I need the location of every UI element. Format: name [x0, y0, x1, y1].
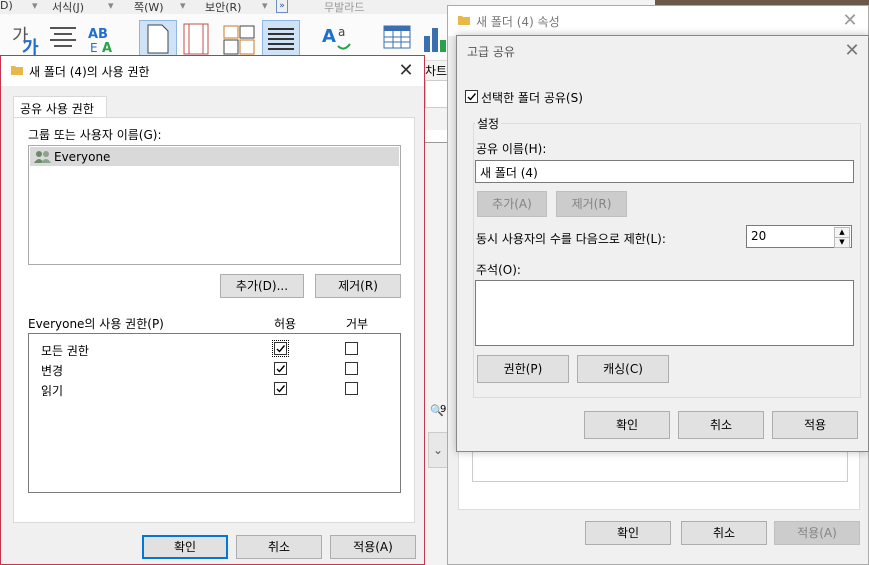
svg-text:E: E [90, 41, 98, 55]
advanced-sharing-title: 고급 공유 [467, 45, 515, 59]
remove-user-button[interactable]: 제거(R) [315, 274, 401, 298]
chart-icon[interactable] [420, 20, 450, 58]
permission-name: 읽기 [41, 384, 64, 398]
remove-button[interactable]: 제거(R) [556, 191, 627, 217]
comment-input[interactable] [475, 280, 854, 346]
bg-ruler [425, 130, 447, 143]
table-row: 변경 [29, 359, 400, 379]
page-layout-icon[interactable] [220, 20, 258, 58]
tab-label: 공유 사용 권한 [20, 102, 94, 116]
user-name: Everyone [54, 150, 111, 164]
add-button[interactable]: 추가(A) [477, 191, 547, 217]
user-limit-label: 동시 사용자의 수를 다음으로 제한(L): [476, 232, 666, 246]
close-icon[interactable]: ✕ [840, 11, 860, 31]
table-row: 읽기 [29, 379, 400, 399]
advanced-sharing-titlebar[interactable]: 고급 공유 ✕ [457, 36, 868, 66]
style-abc-icon[interactable]: AB E A [86, 20, 124, 58]
svg-text:A: A [322, 26, 336, 47]
allow-checkbox[interactable] [274, 382, 287, 395]
apply-button[interactable]: 적용(A) [330, 535, 416, 559]
allow-checkbox[interactable] [274, 362, 287, 375]
svg-text:A: A [102, 41, 112, 56]
chevron-right-icon[interactable]: » [276, 0, 288, 13]
bg-menu-item[interactable]: 쪽(W) [134, 0, 164, 15]
list-item[interactable]: Everyone [30, 147, 399, 166]
chevron-down-icon: ▾ [180, 0, 186, 12]
apply-button[interactable]: 적용(A) [774, 521, 860, 545]
bg-menu-item[interactable]: 보안(R) [205, 0, 241, 15]
deny-checkbox[interactable] [345, 342, 358, 355]
bg-menu-extra: 무발라드 [324, 1, 365, 14]
advanced-sharing-dialog: 고급 공유 ✕ 선택한 폴더 공유(S) 설정 공유 이름(H): 새 폴더 (… [456, 35, 869, 452]
properties-titlebar[interactable]: 새 폴더 (4) 속성 ✕ [448, 6, 868, 36]
allow-checkbox[interactable] [272, 340, 289, 357]
paragraph-align-icon[interactable] [46, 20, 84, 58]
cancel-button[interactable]: 취소 [681, 521, 767, 545]
properties-title: 새 폴더 (4) 속성 [476, 15, 560, 29]
bg-menu-item[interactable]: 서식(J) [52, 0, 84, 15]
deny-checkbox[interactable] [345, 362, 358, 375]
permissions-button[interactable]: 권한(P) [477, 355, 569, 383]
user-limit-value: 20 [751, 229, 767, 243]
close-icon[interactable]: ✕ [842, 41, 862, 61]
add-user-button[interactable]: 추가(D)... [220, 274, 304, 298]
folder-icon [11, 66, 23, 75]
user-limit-stepper[interactable]: 20 ▲ ▼ [746, 225, 852, 248]
table-row: 모든 권한 [29, 339, 400, 359]
ok-button[interactable]: 확인 [142, 535, 228, 559]
share-name-value: 새 폴더 (4) [480, 166, 538, 180]
deny-header: 거부 [346, 317, 369, 331]
ok-button[interactable]: 확인 [585, 521, 671, 545]
permission-name: 변경 [41, 364, 64, 378]
bg-menubar: D) ▾ 서식(J) ▾ 쪽(W) ▾ 보안(R) ▾ » 무발라드 [0, 0, 450, 14]
chevron-down-icon[interactable]: ⌄ [428, 432, 448, 468]
columns-icon[interactable] [262, 20, 300, 58]
user-list[interactable]: Everyone [28, 145, 401, 265]
ok-button[interactable]: 확인 [584, 411, 670, 439]
chevron-down-icon[interactable]: ▼ [834, 237, 850, 248]
permission-name: 모든 권한 [41, 344, 89, 358]
checkmark-icon [467, 93, 477, 101]
svg-text:AB: AB [88, 27, 108, 42]
permissions-list: 모든 권한 변경 읽기 [28, 333, 401, 493]
share-folder-checkbox[interactable] [465, 90, 478, 103]
share-name-label: 공유 이름(H): [476, 142, 547, 156]
permissions-titlebar[interactable]: 새 폴더 (4)의 사용 권한 ✕ [1, 56, 424, 86]
svg-text:a: a [338, 25, 345, 39]
share-folder-label: 선택한 폴더 공유(S) [481, 91, 583, 105]
tab-share-permissions[interactable]: 공유 사용 권한 [13, 96, 107, 118]
cancel-button[interactable]: 취소 [236, 535, 322, 559]
ribbon-chart-label: 차트 [425, 64, 448, 78]
chevron-down-icon: ▾ [108, 0, 114, 12]
share-name-input[interactable]: 새 폴더 (4) [475, 160, 854, 183]
permissions-title: 새 폴더 (4)의 사용 권한 [29, 65, 150, 79]
settings-group-label: 설정 [475, 115, 502, 132]
permissions-header: Everyone의 사용 권한(P) [28, 317, 164, 331]
page-icon[interactable] [139, 20, 177, 58]
permissions-tab-panel: 그룹 또는 사용자 이름(G): Everyone 추가(D)... 제거(R)… [13, 117, 415, 523]
deny-checkbox[interactable] [345, 382, 358, 395]
font-style-icon[interactable]: 가 가 [8, 20, 46, 59]
apply-button[interactable]: 적용 [772, 411, 858, 439]
caching-button[interactable]: 캐싱(C) [577, 355, 669, 383]
cancel-button[interactable]: 취소 [678, 411, 764, 439]
group-user-label: 그룹 또는 사용자 이름(G): [28, 128, 162, 142]
bg-menu-item[interactable]: D) [0, 0, 13, 12]
checkmark-icon [276, 345, 286, 353]
table-icon[interactable] [380, 20, 418, 58]
folder-icon [458, 16, 470, 25]
users-icon [34, 151, 51, 163]
close-icon[interactable]: ✕ [396, 61, 416, 81]
share-permissions-dialog: 새 폴더 (4)의 사용 권한 ✕ 공유 사용 권한 그룹 또는 사용자 이름(… [0, 55, 425, 565]
page-margin-icon[interactable] [178, 20, 216, 58]
text-replace-icon[interactable]: Aa [318, 20, 356, 58]
bg-ribbon: 가 가 AB E A Aa [0, 14, 450, 61]
chevron-down-icon: ▾ [262, 0, 268, 12]
allow-header: 허용 [274, 317, 297, 331]
checkmark-icon [276, 385, 286, 393]
checkmark-icon [276, 365, 286, 373]
chevron-down-icon: ▾ [32, 0, 38, 12]
bg-ribbon-fragment [425, 80, 449, 108]
comment-label: 주석(O): [476, 263, 521, 277]
